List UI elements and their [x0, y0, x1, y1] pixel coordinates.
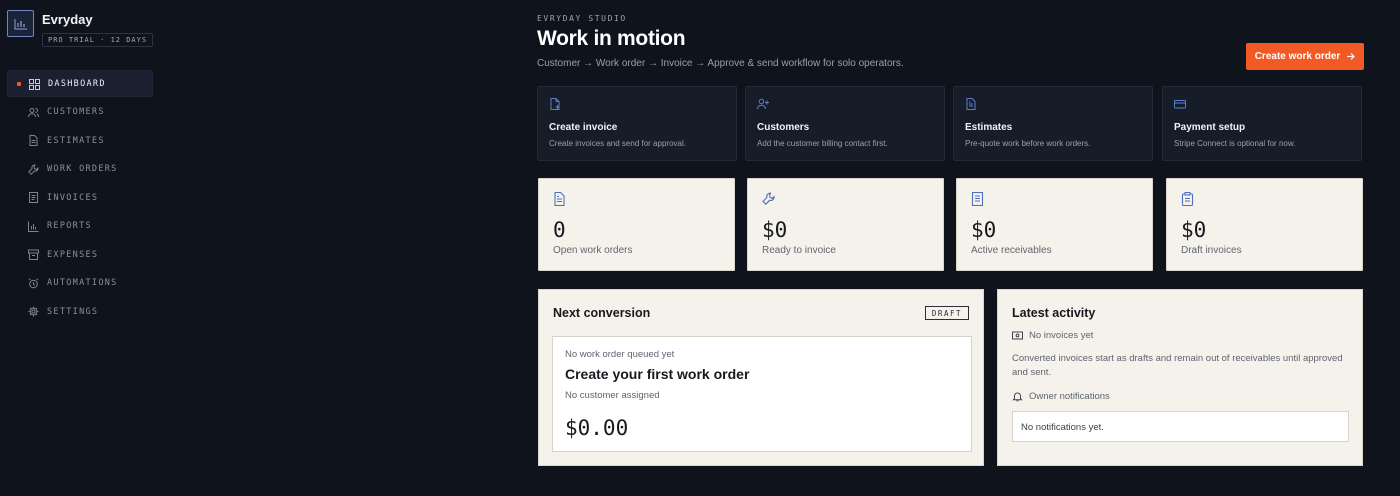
notifications-label: Owner notifications [1029, 391, 1110, 402]
quick-action-title: Create invoice [549, 122, 618, 133]
quick-action-create-invoice[interactable]: Create invoice Create invoices and send … [537, 86, 737, 161]
quick-action-title: Estimates [965, 122, 1013, 133]
amount-value: $0.00 [565, 416, 629, 440]
sidebar-item-label: REPORTS [47, 221, 92, 231]
stat-value: 0 [553, 218, 566, 242]
bar-chart-icon [28, 221, 39, 232]
wrench-icon [28, 164, 39, 175]
notifications-list: No notifications yet. [1012, 411, 1349, 442]
queue-status: No work order queued yet [565, 349, 675, 360]
sidebar-item-label: EXPENSES [47, 249, 99, 260]
credit-card-icon [1174, 100, 1186, 109]
stat-label: Draft invoices [1181, 245, 1242, 256]
create-work-order-button[interactable]: Create work order [1246, 43, 1364, 70]
quick-action-estimates[interactable]: Estimates Pre-quote work before work ord… [953, 86, 1153, 161]
workspace-eyebrow: EVRYDAY STUDIO [537, 14, 627, 23]
stat-value: $0 [762, 218, 788, 242]
sidebar-item-label: CUSTOMERS [47, 107, 105, 117]
panel-title: Latest activity [1012, 306, 1096, 320]
stat-draft-invoices: $0 Draft invoices [1166, 178, 1363, 271]
stat-ready-to-invoice: $0 Ready to invoice [747, 178, 944, 271]
sidebar-item-label: SETTINGS [47, 306, 99, 317]
file-plus-icon [550, 98, 560, 110]
invoice-icon [29, 192, 38, 203]
banknote-icon [1012, 331, 1023, 340]
wrench-icon [762, 192, 775, 205]
bar-chart-icon [7, 10, 34, 37]
sidebar-item-dashboard[interactable]: DASHBOARD [7, 70, 153, 97]
stat-label: Active receivables [971, 245, 1052, 256]
file-text-icon [966, 98, 976, 110]
quick-action-desc: Add the customer billing contact first. [757, 139, 888, 148]
sidebar-item-reports[interactable]: REPORTS [7, 213, 153, 240]
customer-status: No customer assigned [565, 390, 660, 401]
quick-action-payment-setup[interactable]: Payment setup Stripe Connect is optional… [1162, 86, 1362, 161]
sidebar-item-customers[interactable]: CUSTOMERS [7, 99, 153, 126]
quick-action-customers[interactable]: Customers Add the customer billing conta… [745, 86, 945, 161]
clipboard-icon [1181, 192, 1194, 206]
work-order-preview[interactable]: No work order queued yet Create your fir… [552, 336, 972, 452]
latest-activity-panel: Latest activity No invoices yet Converte… [997, 289, 1363, 466]
invoices-status: No invoices yet [1029, 330, 1094, 341]
stat-label: Open work orders [553, 245, 633, 256]
file-text-icon [554, 192, 565, 206]
status-badge: DRAFT [924, 306, 969, 320]
brand-name: Evryday [42, 12, 93, 27]
grid-icon [29, 79, 40, 90]
active-indicator [17, 81, 21, 86]
quick-action-title: Payment setup [1174, 122, 1246, 133]
owner-notifications-row: Owner notifications [1012, 391, 1110, 402]
sidebar-item-label: INVOICES [47, 192, 99, 203]
page-title: Work in motion [537, 27, 686, 50]
sidebar-nav: DASHBOARD CUSTOMERS ESTIMATES WORK ORDER… [7, 70, 153, 327]
alarm-icon [28, 277, 39, 288]
stat-open-work-orders: 0 Open work orders [538, 178, 735, 271]
invoices-status-row: No invoices yet [1012, 330, 1093, 341]
quick-action-desc: Create invoices and send for approval. [549, 139, 686, 148]
user-plus-icon [757, 98, 769, 110]
sidebar-item-label: AUTOMATIONS [47, 278, 118, 288]
bell-icon [1012, 392, 1023, 402]
sidebar-item-estimates[interactable]: ESTIMATES [7, 127, 153, 154]
archive-icon [28, 249, 39, 260]
activity-description: Converted invoices start as drafts and r… [1012, 353, 1343, 378]
sidebar-item-label: ESTIMATES [47, 135, 105, 146]
sidebar-item-work-orders[interactable]: WORK ORDERS [7, 156, 153, 183]
quick-action-desc: Stripe Connect is optional for now. [1174, 139, 1296, 148]
sidebar-item-expenses[interactable]: EXPENSES [7, 241, 153, 268]
panel-title: Next conversion [553, 306, 651, 320]
receipt-icon [971, 192, 984, 206]
trial-badge: PRO TRIAL · 12 DAYS [42, 33, 154, 47]
quick-action-desc: Pre-quote work before work orders. [965, 139, 1091, 148]
sidebar-item-invoices[interactable]: INVOICES [7, 184, 153, 211]
sidebar-item-automations[interactable]: AUTOMATIONS [7, 270, 153, 297]
users-icon [28, 107, 39, 117]
quick-action-title: Customers [757, 122, 810, 133]
stat-value: $0 [971, 218, 997, 242]
stat-label: Ready to invoice [762, 245, 836, 256]
sidebar: Evryday PRO TRIAL · 12 DAYS DASHBOARD CU… [0, 0, 160, 496]
stat-value: $0 [1181, 218, 1207, 242]
file-icon [29, 135, 38, 146]
brand[interactable]: Evryday [7, 10, 93, 37]
arrow-right-icon [1347, 53, 1356, 60]
preview-heading: Create your first work order [565, 366, 750, 382]
sidebar-item-label: DASHBOARD [48, 78, 106, 89]
page-subtitle: Customer → Work order → Invoice → Approv… [537, 58, 904, 69]
create-work-order-label: Create work order [1254, 51, 1341, 62]
gear-icon [28, 306, 39, 317]
stat-active-receivables: $0 Active receivables [956, 178, 1153, 271]
sidebar-item-label: WORK ORDERS [47, 164, 118, 174]
next-conversion-panel: Next conversion DRAFT No work order queu… [538, 289, 984, 466]
sidebar-item-settings[interactable]: SETTINGS [7, 298, 153, 325]
